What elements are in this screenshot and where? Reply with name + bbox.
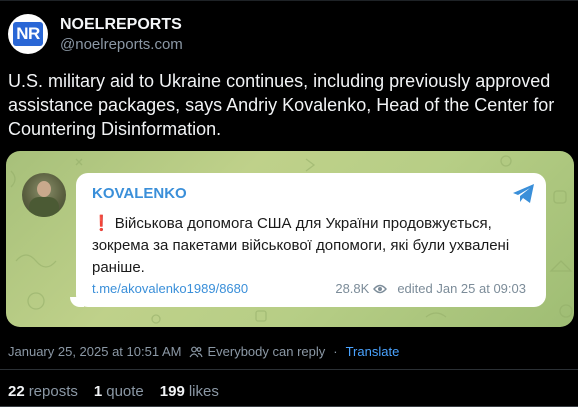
meta-separator: · bbox=[333, 344, 338, 359]
channel-avatar-figure bbox=[29, 197, 59, 217]
view-count: 28.8K bbox=[335, 281, 370, 296]
author-display-name[interactable]: NOELREPORTS bbox=[60, 15, 183, 35]
divider bbox=[0, 369, 578, 370]
eye-icon bbox=[373, 284, 388, 293]
avatar[interactable]: NR bbox=[8, 14, 48, 54]
message-text: ❗ Військова допомога США для України прод… bbox=[92, 213, 532, 279]
channel-avatar-head bbox=[37, 181, 51, 197]
likes-count: 199 bbox=[159, 383, 185, 400]
message-body: Військова допомога США для України продо… bbox=[92, 215, 510, 276]
message-link: t.me/akovalenko1989/8680 bbox=[92, 281, 249, 296]
reposts-label: reposts bbox=[28, 383, 78, 400]
embedded-image[interactable]: KOVALENKO ❗ Військова допомога США для Ук… bbox=[6, 151, 574, 327]
likes-stat[interactable]: 199 likes bbox=[160, 383, 219, 400]
post-meta: January 25, 2025 at 10:51 AM Everybody c… bbox=[8, 344, 399, 359]
message-meta: 28.8K edited Jan 25 at 09:03 bbox=[335, 281, 526, 296]
reposts-stat[interactable]: 22 reposts bbox=[8, 383, 78, 400]
quotes-stat[interactable]: 1 quote bbox=[94, 383, 144, 400]
post-card: NR NOELREPORTS @noelreports.com U.S. mil… bbox=[0, 0, 578, 407]
reply-setting: Everybody can reply bbox=[207, 344, 326, 359]
translate-link[interactable]: Translate bbox=[346, 344, 400, 359]
quotes-count: 1 bbox=[93, 383, 103, 400]
avatar-logo-text: NR bbox=[13, 22, 43, 46]
author-names: NOELREPORTS @noelreports.com bbox=[60, 15, 183, 55]
quotes-label: quote bbox=[106, 383, 144, 400]
telegram-icon bbox=[513, 184, 534, 203]
edited-timestamp: edited Jan 25 at 09:03 bbox=[397, 281, 526, 296]
exclamation-icon: ❗ bbox=[92, 215, 111, 232]
post-text: U.S. military aid to Ukraine continues, … bbox=[8, 71, 555, 139]
likes-label: likes bbox=[188, 383, 219, 400]
message-footer: t.me/akovalenko1989/8680 28.8K edited Ja… bbox=[92, 281, 532, 299]
reposts-count: 22 bbox=[8, 383, 25, 400]
telegram-message-bubble: KOVALENKO ❗ Військова допомога США для Ук… bbox=[76, 173, 546, 307]
post-timestamp[interactable]: January 25, 2025 at 10:51 AM bbox=[8, 344, 181, 359]
channel-avatar bbox=[22, 173, 66, 217]
engagement-stats: 22 reposts 1 quote 199 likes bbox=[8, 383, 235, 400]
people-icon bbox=[189, 346, 204, 357]
author-handle[interactable]: @noelreports.com bbox=[60, 35, 183, 55]
post-header: NR NOELREPORTS @noelreports.com bbox=[8, 14, 183, 55]
channel-name: KOVALENKO bbox=[92, 185, 187, 202]
